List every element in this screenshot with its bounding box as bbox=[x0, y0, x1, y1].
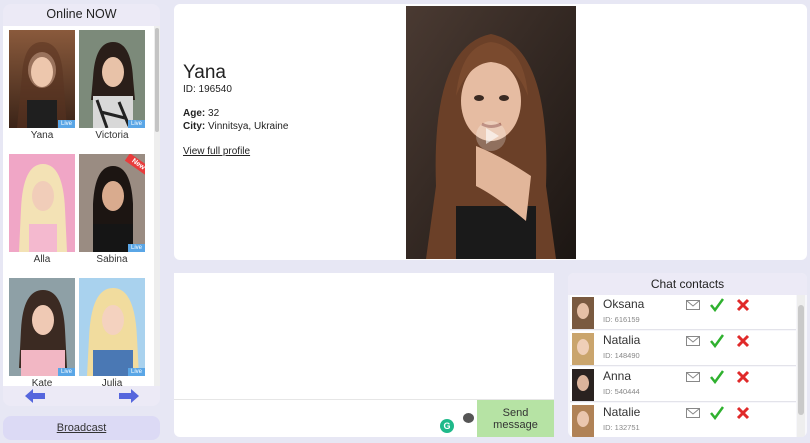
contact-avatar[interactable] bbox=[572, 369, 594, 401]
live-badge: Live bbox=[127, 244, 145, 252]
emoji-icon[interactable] bbox=[463, 413, 474, 423]
send-message-button[interactable]: Send message bbox=[477, 400, 554, 437]
profile-video[interactable] bbox=[406, 6, 576, 259]
broadcast-button[interactable]: Broadcast bbox=[3, 416, 160, 440]
chat-contacts-title: Chat contacts bbox=[568, 273, 807, 295]
online-card-photo[interactable]: Live bbox=[79, 30, 145, 128]
contact-avatar[interactable] bbox=[572, 405, 594, 437]
online-card-name: Victoria bbox=[95, 130, 129, 141]
contact-name[interactable]: Natalia bbox=[603, 333, 640, 347]
online-card-photo[interactable]: Live bbox=[79, 278, 145, 376]
online-scrollbar-thumb[interactable] bbox=[155, 28, 159, 132]
profile-age: Age: 32 bbox=[183, 108, 219, 119]
contact-row[interactable]: Oksana ID: 616159 bbox=[570, 295, 796, 330]
online-card-name: Alla bbox=[33, 254, 51, 265]
profile-id: ID: 196540 bbox=[183, 84, 232, 95]
message-composer: G Send message bbox=[174, 273, 554, 437]
contacts-scrollbar[interactable] bbox=[797, 295, 805, 437]
online-scrollbar[interactable] bbox=[154, 26, 160, 386]
contact-row[interactable]: Natalia ID: 148490 bbox=[570, 331, 796, 366]
chat-contacts-panel: Chat contacts Oksana ID: 616159 Natalia … bbox=[568, 273, 807, 437]
message-input[interactable] bbox=[174, 273, 554, 398]
profile-name: Yana bbox=[183, 62, 226, 83]
accept-check-icon[interactable] bbox=[710, 406, 724, 420]
online-card-photo[interactable]: Live bbox=[9, 30, 75, 128]
city-value: Vinnitsya, Ukraine bbox=[208, 121, 289, 132]
contact-avatar[interactable] bbox=[572, 297, 594, 329]
online-card-photo[interactable]: Live bbox=[9, 278, 75, 376]
accept-check-icon[interactable] bbox=[710, 334, 724, 348]
live-badge: Live bbox=[57, 368, 75, 376]
envelope-icon[interactable] bbox=[686, 408, 700, 418]
age-label: Age: bbox=[183, 108, 206, 119]
online-card-name: Sabina bbox=[96, 254, 128, 265]
accept-check-icon[interactable] bbox=[710, 370, 724, 384]
live-badge: Live bbox=[127, 120, 145, 128]
live-badge: Live bbox=[127, 368, 145, 376]
contact-name[interactable]: Oksana bbox=[603, 297, 644, 311]
age-value: 32 bbox=[208, 108, 220, 119]
contact-name[interactable]: Natalie bbox=[603, 405, 640, 419]
decline-x-icon[interactable] bbox=[736, 334, 750, 348]
view-full-profile-link[interactable]: View full profile bbox=[183, 146, 250, 157]
online-pager bbox=[3, 386, 160, 406]
online-card-name: Yana bbox=[30, 130, 54, 141]
online-grid: Live Yana Live Victoria Alla New Live Sa… bbox=[3, 26, 154, 389]
contact-id: ID: 540444 bbox=[603, 387, 640, 396]
live-badge: Live bbox=[57, 120, 75, 128]
profile-panel: Yana ID: 196540 Age: 32 City: Vinnitsya,… bbox=[174, 4, 807, 260]
contact-id: ID: 616159 bbox=[603, 315, 640, 324]
online-card-photo[interactable]: New Live bbox=[79, 154, 145, 252]
envelope-icon[interactable] bbox=[686, 372, 700, 382]
envelope-icon[interactable] bbox=[686, 336, 700, 346]
arrow-right-icon[interactable] bbox=[119, 389, 139, 403]
contact-row[interactable]: Anna ID: 540444 bbox=[570, 367, 796, 402]
profile-city: City: Vinnitsya, Ukraine bbox=[183, 121, 288, 132]
contact-name[interactable]: Anna bbox=[603, 369, 631, 383]
arrow-left-icon[interactable] bbox=[25, 389, 45, 403]
decline-x-icon[interactable] bbox=[736, 406, 750, 420]
decline-x-icon[interactable] bbox=[736, 370, 750, 384]
contact-row[interactable]: Natalie ID: 132751 bbox=[570, 403, 796, 437]
contact-id: ID: 148490 bbox=[603, 351, 640, 360]
contact-avatar[interactable] bbox=[572, 333, 594, 365]
grammarly-icon[interactable]: G bbox=[440, 419, 454, 433]
contacts-scrollbar-thumb[interactable] bbox=[798, 305, 804, 415]
decline-x-icon[interactable] bbox=[736, 298, 750, 312]
online-card-photo[interactable] bbox=[9, 154, 75, 252]
city-label: City: bbox=[183, 121, 206, 132]
envelope-icon[interactable] bbox=[686, 300, 700, 310]
accept-check-icon[interactable] bbox=[710, 298, 724, 312]
online-now-panel: Online NOW Live Yana Live Victoria Alla bbox=[3, 4, 160, 406]
online-now-title: Online NOW bbox=[46, 7, 117, 21]
contact-id: ID: 132751 bbox=[603, 423, 640, 432]
